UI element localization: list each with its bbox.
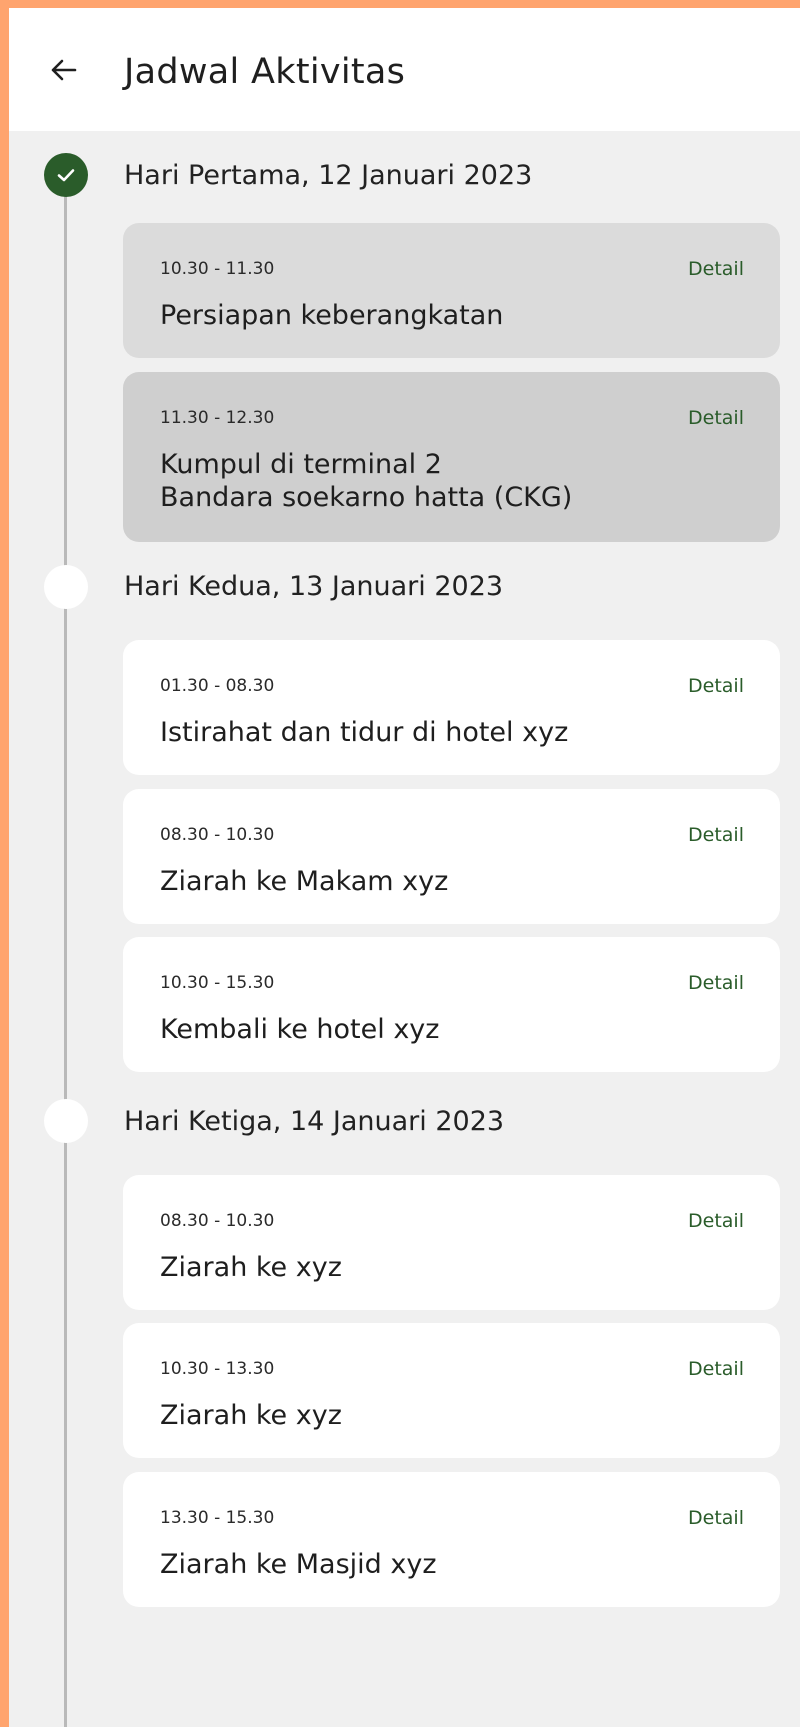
- detail-link[interactable]: Detail: [688, 1358, 744, 1380]
- activity-card[interactable]: 10.30 - 13.30 Detail Ziarah ke xyz: [123, 1323, 780, 1458]
- activity-time: 13.30 - 15.30: [160, 1508, 275, 1528]
- activity-name: Kembali ke hotel xyz: [160, 1014, 440, 1045]
- check-icon: [57, 169, 75, 182]
- activity-name: Ziarah ke xyz: [160, 1400, 342, 1431]
- screen: Jadwal Aktivitas Hari Pertama, 12 Januar…: [9, 8, 800, 1727]
- timeline-line: [64, 193, 67, 1727]
- arrow-left-icon: [51, 59, 77, 81]
- detail-link[interactable]: Detail: [688, 1210, 744, 1232]
- activity-card[interactable]: 08.30 - 10.30 Detail Ziarah ke Makam xyz: [123, 789, 780, 924]
- day-title: Hari Kedua, 13 Januari 2023: [124, 571, 504, 602]
- day-1-completed-marker: [44, 153, 88, 197]
- activity-card[interactable]: 08.30 - 10.30 Detail Ziarah ke xyz: [123, 1175, 780, 1310]
- activity-card[interactable]: 10.30 - 15.30 Detail Kembali ke hotel xy…: [123, 937, 780, 1072]
- activity-card[interactable]: 01.30 - 08.30 Detail Istirahat dan tidur…: [123, 640, 780, 775]
- day-3-marker: [44, 1099, 88, 1143]
- activity-name: Ziarah ke xyz: [160, 1252, 342, 1283]
- activity-card[interactable]: 10.30 - 11.30 Detail Persiapan keberangk…: [123, 223, 780, 358]
- activity-time: 10.30 - 13.30: [160, 1359, 275, 1379]
- activity-time: 10.30 - 11.30: [160, 259, 275, 279]
- detail-link[interactable]: Detail: [688, 675, 744, 697]
- activity-card[interactable]: 13.30 - 15.30 Detail Ziarah ke Masjid xy…: [123, 1472, 780, 1607]
- app-bar: Jadwal Aktivitas: [9, 8, 800, 131]
- activity-time: 10.30 - 15.30: [160, 973, 275, 993]
- activity-card[interactable]: 11.30 - 12.30 Detail Kumpul di terminal …: [123, 372, 780, 542]
- detail-link[interactable]: Detail: [688, 972, 744, 994]
- detail-link[interactable]: Detail: [688, 258, 744, 280]
- day-title: Hari Ketiga, 14 Januari 2023: [124, 1106, 505, 1137]
- activity-time: 08.30 - 10.30: [160, 1211, 275, 1231]
- activity-name: Ziarah ke Makam xyz: [160, 866, 449, 897]
- activity-name: Kumpul di terminal 2 Bandara soekarno ha…: [160, 449, 573, 513]
- detail-link[interactable]: Detail: [688, 824, 744, 846]
- detail-link[interactable]: Detail: [688, 407, 744, 429]
- day-title: Hari Pertama, 12 Januari 2023: [124, 160, 533, 191]
- page-title: Jadwal Aktivitas: [124, 52, 406, 92]
- activity-name: Ziarah ke Masjid xyz: [160, 1549, 437, 1580]
- activity-time: 08.30 - 10.30: [160, 825, 275, 845]
- back-button[interactable]: [43, 50, 83, 90]
- activity-time: 11.30 - 12.30: [160, 408, 275, 428]
- activity-time: 01.30 - 08.30: [160, 676, 275, 696]
- activity-name: Persiapan keberangkatan: [160, 300, 504, 331]
- day-2-marker: [44, 565, 88, 609]
- activity-name: Istirahat dan tidur di hotel xyz: [160, 717, 569, 748]
- detail-link[interactable]: Detail: [688, 1507, 744, 1529]
